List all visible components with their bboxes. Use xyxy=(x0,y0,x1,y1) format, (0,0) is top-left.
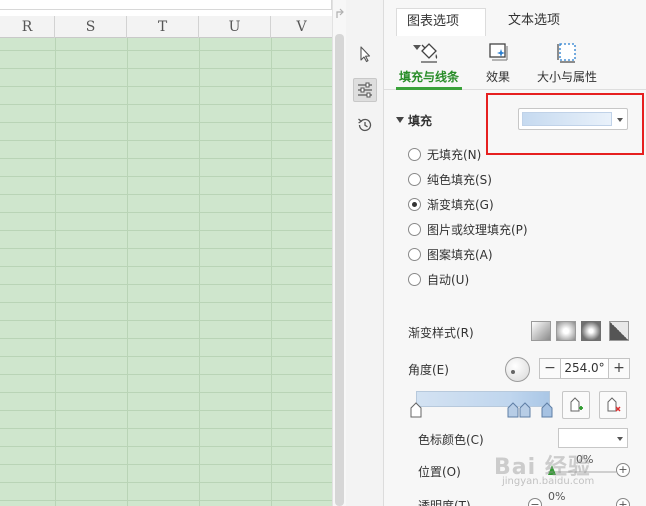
radio-solid-fill-label: 纯色填充(S) xyxy=(427,172,492,187)
transparency-decrease-button[interactable]: − xyxy=(528,498,542,506)
angle-stepper[interactable]: − 254.0° + xyxy=(539,358,630,379)
effects-icon xyxy=(489,43,508,61)
delete-gradient-stop-button[interactable] xyxy=(599,391,627,419)
sub-tab-fill-line-label: 填充与线条 xyxy=(398,70,459,84)
select-tool-button[interactable] xyxy=(353,42,377,66)
position-label: 位置(O) xyxy=(418,465,461,479)
radio-button[interactable] xyxy=(408,272,421,286)
angle-input[interactable]: 254.0° xyxy=(561,359,608,378)
radio-picture-texture-fill[interactable]: 图片或纹理填充(P) xyxy=(408,220,528,238)
angle-increase-button[interactable]: + xyxy=(608,359,629,378)
radio-button[interactable] xyxy=(408,172,421,186)
sub-tab-size-properties-label: 大小与属性 xyxy=(536,70,597,84)
column-header-s[interactable]: S xyxy=(55,16,127,38)
history-tool-button[interactable] xyxy=(353,113,377,137)
radio-automatic[interactable]: 自动(U) xyxy=(408,270,469,288)
size-properties-icon xyxy=(557,43,576,63)
tab-chart-options[interactable]: 图表选项 xyxy=(396,8,486,50)
cell-grid[interactable] xyxy=(0,38,332,506)
radio-no-fill-label: 无填充(N) xyxy=(427,147,482,162)
collapse-triangle-icon xyxy=(396,117,404,123)
angle-dial[interactable] xyxy=(505,357,530,382)
radio-no-fill[interactable]: 无填充(N) xyxy=(408,145,481,163)
vertical-scrollbar[interactable] xyxy=(332,0,346,506)
tab-chart-options-label: 图表选项 xyxy=(407,14,460,29)
sub-tab-effects-label: 效果 xyxy=(485,70,510,84)
delete-stop-icon xyxy=(607,397,621,412)
position-increase-button[interactable]: + xyxy=(616,463,630,477)
spreadsheet-area: R S T U V xyxy=(0,0,346,506)
scroll-up-arrow-icon[interactable] xyxy=(334,8,346,22)
sub-tabs: 填充与线条 效果 大小与属性 xyxy=(384,36,646,90)
watermark-url: jingyan.baidu.com xyxy=(502,476,595,487)
gradient-stop-handle-icon[interactable] xyxy=(519,402,531,418)
transparency-label: 透明度(T) xyxy=(418,499,471,506)
history-icon xyxy=(358,118,372,132)
radio-gradient-fill-label: 渐变填充(G) xyxy=(427,197,494,212)
cursor-icon xyxy=(360,46,371,63)
gradient-style-label: 渐变样式(R) xyxy=(408,326,474,340)
transparency-value: 0% xyxy=(548,490,566,503)
radio-pattern-fill[interactable]: 图案填充(A) xyxy=(408,245,493,263)
dropdown-arrow-icon xyxy=(617,437,623,441)
radio-solid-fill[interactable]: 纯色填充(S) xyxy=(408,170,492,188)
side-toolstrip xyxy=(346,0,384,506)
transparency-slider[interactable]: − 0% + xyxy=(528,490,630,506)
gradient-stop-handle-icon[interactable] xyxy=(541,402,553,418)
column-header-v[interactable]: V xyxy=(271,16,332,38)
pane-tabs: 图表选项 文本选项 xyxy=(384,8,646,50)
angle-label: 角度(E) xyxy=(408,363,449,377)
gradient-style-linear-button[interactable] xyxy=(531,321,551,341)
gradient-stop-handle-icon[interactable] xyxy=(507,402,519,418)
gradient-style-radial-button[interactable] xyxy=(556,321,576,341)
radio-button-checked[interactable] xyxy=(408,197,421,211)
formula-bar[interactable] xyxy=(0,0,332,10)
radio-automatic-label: 自动(U) xyxy=(427,272,470,287)
fill-section-header[interactable]: 填充 xyxy=(396,111,432,129)
properties-tool-button[interactable] xyxy=(353,78,377,102)
add-gradient-stop-button[interactable] xyxy=(562,391,590,419)
gradient-style-rectangular-button[interactable] xyxy=(581,321,601,341)
add-stop-icon xyxy=(570,397,583,412)
radio-button[interactable] xyxy=(408,222,421,236)
transparency-increase-button[interactable]: + xyxy=(616,498,630,506)
column-headers: R S T U V xyxy=(0,16,332,38)
fill-section-label: 填充 xyxy=(408,113,433,128)
gradient-stop-handle-icon[interactable] xyxy=(410,402,422,418)
radio-pattern-fill-label: 图案填充(A) xyxy=(427,247,493,262)
scrollbar-thumb[interactable] xyxy=(335,34,344,506)
stop-color-dropdown[interactable] xyxy=(558,428,628,448)
sub-tab-fill-line[interactable]: 填充与线条 xyxy=(396,40,462,90)
radio-button[interactable] xyxy=(408,147,421,161)
sub-tab-effects[interactable]: 效果 xyxy=(480,40,516,88)
radio-gradient-fill[interactable]: 渐变填充(G) xyxy=(408,195,494,213)
column-header-t[interactable]: T xyxy=(127,16,199,38)
column-header-r[interactable]: R xyxy=(0,16,55,38)
format-task-pane: 图表选项 文本选项 填充与线条 效果 大小与属性 填充 无填充(N) 纯色填充(… xyxy=(384,0,646,506)
column-header-u[interactable]: U xyxy=(199,16,271,38)
radio-button[interactable] xyxy=(408,247,421,261)
fill-bucket-icon xyxy=(421,43,438,63)
sub-tab-size-properties[interactable]: 大小与属性 xyxy=(534,40,600,88)
gradient-style-path-button[interactable] xyxy=(609,321,629,341)
angle-decrease-button[interactable]: − xyxy=(540,359,561,378)
tab-text-options[interactable]: 文本选项 xyxy=(498,8,570,36)
properties-sliders-icon xyxy=(358,82,372,98)
radio-picture-texture-fill-label: 图片或纹理填充(P) xyxy=(427,222,528,237)
annotation-highlight-box xyxy=(486,93,644,155)
stop-color-label: 色标颜色(C) xyxy=(418,433,484,447)
